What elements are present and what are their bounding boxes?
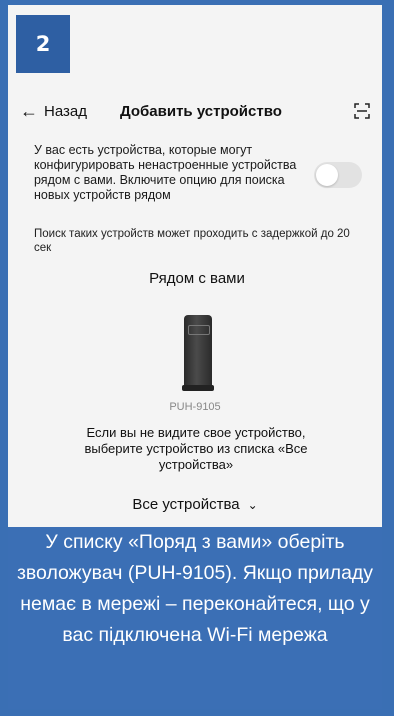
chevron-down-icon: ⌄ [247,498,258,512]
nearby-search-toggle[interactable] [314,162,362,188]
nearby-config-description: У вас есть устройства, которые могут кон… [34,143,297,202]
top-bar: ← Назад Добавить устройство [8,97,382,131]
page-title: Добавить устройство [120,103,282,120]
delay-note: Поиск таких устройств может проходить с … [34,228,350,254]
scan-icon[interactable] [354,103,370,119]
device-not-found-hint: Если вы не видите свое устройство, выбер… [84,425,308,472]
nearby-section-title: Рядом с вами [149,270,245,287]
caption-text: У списку «Поряд з вами» оберіть зволожув… [16,531,374,646]
all-devices-dropdown[interactable]: Все устройства ⌄ [8,496,382,513]
back-arrow-icon: ← [20,101,38,121]
step-badge: 2 [16,15,70,73]
instruction-caption: У списку «Поряд з вами» оберіть зволожув… [8,527,382,709]
all-devices-label: Все устройства [132,496,240,513]
device-name[interactable]: PUH-9105 [8,401,382,413]
back-label: Назад [44,102,87,120]
humidifier-device-image[interactable] [182,315,214,391]
back-button[interactable]: ← Назад [20,102,87,120]
toggle-knob [316,164,338,186]
